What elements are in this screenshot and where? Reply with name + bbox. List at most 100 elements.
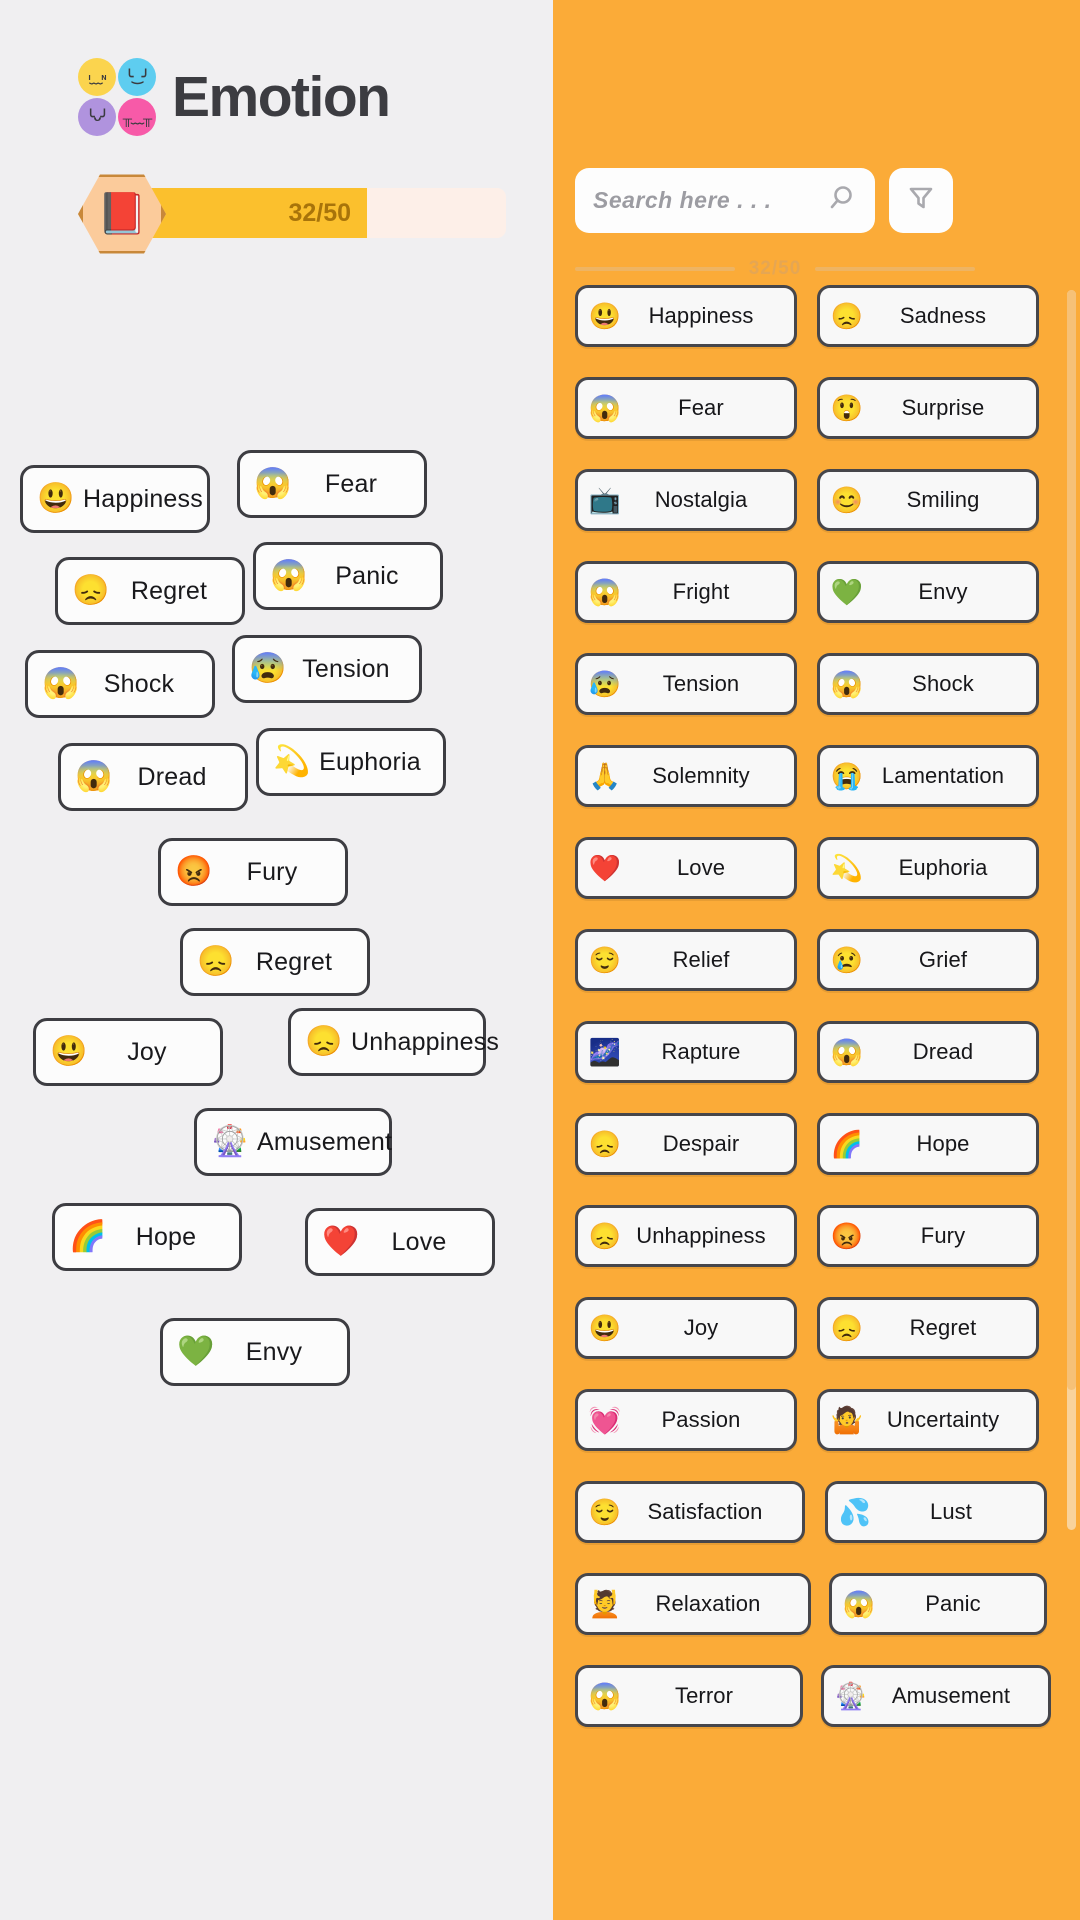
progress-bar: 32/50 📕	[78, 174, 506, 254]
emotion-list-item[interactable]: 😢 Grief	[817, 929, 1039, 991]
emotion-emoji-icon: 😰	[249, 652, 287, 685]
emotion-list-item[interactable]: 💆 Relaxation	[575, 1573, 811, 1635]
board-card[interactable]: 😱 Shock	[25, 650, 215, 718]
emotion-list-item[interactable]: 🌈 Hope	[817, 1113, 1039, 1175]
emotion-list-item-label: Terror	[674, 1683, 734, 1708]
board-card[interactable]: 😰 Tension	[232, 635, 422, 703]
logo-face-purple-mouth: ╰ᴗ╯	[86, 109, 109, 124]
emotion-emoji-icon: 😃	[588, 1313, 622, 1343]
search-input[interactable]: Search here . . .	[575, 168, 875, 233]
emotion-emoji-icon: 😃	[588, 301, 622, 331]
book-potion-icon: 📕	[97, 192, 147, 236]
emotion-list-item[interactable]: 💫 Euphoria	[817, 837, 1039, 899]
emotion-emoji-icon: 😞	[588, 1221, 622, 1251]
emotion-emoji-icon: 😱	[830, 669, 864, 699]
emotion-list-item[interactable]: 💚 Envy	[817, 561, 1039, 623]
board-card-label: Regret	[130, 576, 208, 605]
page-title: Emotion	[172, 64, 391, 129]
scrollbar-thumb[interactable]	[1067, 290, 1076, 1390]
emotion-emoji-icon: 😭	[830, 761, 864, 791]
emotion-list-item[interactable]: 😱 Fright	[575, 561, 797, 623]
emotion-emoji-icon: 😞	[305, 1025, 343, 1058]
emotion-list-item[interactable]: 😱 Panic	[829, 1573, 1047, 1635]
emotion-list-item[interactable]: 😭 Lamentation	[817, 745, 1039, 807]
emotion-list-item[interactable]: 😱 Dread	[817, 1021, 1039, 1083]
emotion-list-item[interactable]: 📺 Nostalgia	[575, 469, 797, 531]
emotion-list-item[interactable]: 😃 Joy	[575, 1297, 797, 1359]
board-panel: ᶦ﹏ᶰ ╰‿╯ ╰ᴗ╯ ╥﹏╥ Emotion 32/50 📕 😃 Happine…	[0, 0, 553, 1920]
emotion-list-item[interactable]: 😃 Happiness	[575, 285, 797, 347]
progress-badge: 📕	[78, 174, 166, 254]
emotion-emoji-icon: 😱	[842, 1589, 876, 1619]
emotion-emoji-icon: 🌌	[588, 1037, 622, 1067]
emotion-list-item[interactable]: ❤️ Love	[575, 837, 797, 899]
board-card[interactable]: 😞 Regret	[55, 557, 245, 625]
board-card[interactable]: 😱 Fear	[237, 450, 427, 518]
emotion-list-item[interactable]: 😡 Fury	[817, 1205, 1039, 1267]
board-card[interactable]: 🎡 Amusement	[194, 1108, 392, 1176]
emotion-list-item-label: Uncertainty	[886, 1407, 1000, 1432]
emotion-list-scroll[interactable]: 😃 Happiness 😞 Sadness 😱 Fear 😲 Surprise 📺 Nostalg…	[553, 285, 1080, 1870]
emotion-emoji-icon: 😰	[588, 669, 622, 699]
emotion-list-item[interactable]: 😌 Satisfaction	[575, 1481, 805, 1543]
emotion-list-item-label: Lamentation	[881, 763, 1005, 788]
emotion-list-item[interactable]: 😌 Relief	[575, 929, 797, 991]
board-card-label: Fury	[246, 857, 298, 886]
logo-face-blue: ╰‿╯	[118, 58, 156, 96]
emotion-list-item-label: Solemnity	[652, 763, 750, 788]
divider-line-right	[815, 267, 976, 271]
search-row: Search here . . .	[575, 168, 953, 233]
emotion-list-item-label: Panic	[925, 1591, 981, 1616]
board-card[interactable]: 😱 Dread	[58, 743, 248, 811]
emotion-emoji-icon: 🌈	[69, 1220, 107, 1253]
board-card[interactable]: 😞 Unhappiness	[288, 1008, 499, 1076]
search-icon[interactable]	[827, 183, 857, 218]
emotion-emoji-icon: 😲	[830, 393, 864, 423]
board-card-label: Euphoria	[319, 747, 421, 776]
emotion-list-item[interactable]: 😱 Terror	[575, 1665, 803, 1727]
emotion-list-item[interactable]: 🤷 Uncertainty	[817, 1389, 1039, 1451]
emotion-emoji-icon: 💓	[588, 1405, 622, 1435]
emotion-list-item[interactable]: 💦 Lust	[825, 1481, 1047, 1543]
emotion-list-item[interactable]: 😞 Regret	[817, 1297, 1039, 1359]
emotion-emoji-icon: 🙏	[588, 761, 622, 791]
logo-face-pink-mouth: ╥﹏╥	[122, 110, 152, 126]
emotion-list-item[interactable]: 😊 Smiling	[817, 469, 1039, 531]
board-card[interactable]: 😃 Happiness	[20, 465, 210, 533]
scrollbar[interactable]	[1067, 290, 1076, 1530]
emotion-emoji-icon: 😞	[830, 301, 864, 331]
emotion-list-item-label: Grief	[918, 947, 968, 972]
emotion-list-item[interactable]: 😞 Sadness	[817, 285, 1039, 347]
board-card[interactable]: 😃 Joy	[33, 1018, 223, 1086]
emotion-list-item-label: Fear	[678, 395, 724, 420]
logo-face-purple: ╰ᴗ╯	[78, 98, 116, 136]
emotion-emoji-icon: 😞	[588, 1129, 622, 1159]
emotion-list-item[interactable]: 🎡 Amusement	[821, 1665, 1051, 1727]
board-card[interactable]: 🌈 Hope	[52, 1203, 242, 1271]
emotion-list-item[interactable]: 😲 Surprise	[817, 377, 1039, 439]
board-card[interactable]: 💚 Envy	[160, 1318, 350, 1386]
emotion-list-item[interactable]: 😱 Fear	[575, 377, 797, 439]
emotion-list-item[interactable]: 😱 Shock	[817, 653, 1039, 715]
divider-line-left	[575, 267, 735, 271]
emotion-list-item[interactable]: 🙏 Solemnity	[575, 745, 797, 807]
filter-button[interactable]	[889, 168, 953, 233]
board-card[interactable]: 😡 Fury	[158, 838, 348, 906]
board-card[interactable]: 😞 Regret	[180, 928, 370, 996]
emotion-list-item[interactable]: 💓 Passion	[575, 1389, 797, 1451]
emotion-list-item[interactable]: 😞 Despair	[575, 1113, 797, 1175]
emotion-list-item-label: Relaxation	[655, 1591, 761, 1616]
filter-funnel-icon	[906, 183, 936, 218]
emotion-list-item[interactable]: 🌌 Rapture	[575, 1021, 797, 1083]
emotion-emoji-icon: 😱	[42, 667, 80, 700]
board-card[interactable]: ❤️ Love	[305, 1208, 495, 1276]
board-card[interactable]: 💫 Euphoria	[256, 728, 446, 796]
emotion-emoji-icon: 😱	[588, 1681, 622, 1711]
emotion-list-item[interactable]: 😞 Unhappiness	[575, 1205, 797, 1267]
library-panel: Search here . . . 32/50 😃 Happiness 😞 Sa…	[553, 0, 1080, 1920]
emotion-list-item[interactable]: 😰 Tension	[575, 653, 797, 715]
board-card[interactable]: 😱 Panic	[253, 542, 443, 610]
board-card-label: Panic	[335, 561, 399, 590]
emotion-list-item-label: Fury	[920, 1223, 966, 1248]
emotion-emoji-icon: 😞	[72, 574, 110, 607]
